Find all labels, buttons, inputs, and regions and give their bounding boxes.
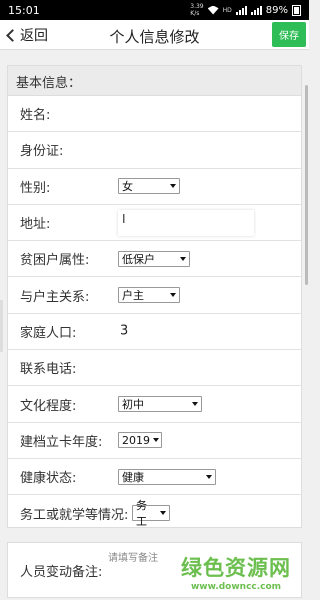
basic-info-form: 基本信息： 姓名: 身份证: 性别: 女 地址: I 贫困户属性: 低保户 与户… [7, 65, 302, 528]
id-label: 身份证: [20, 144, 64, 160]
education-row: 文化程度: 初中 [8, 386, 301, 423]
battery-icon [292, 4, 301, 16]
edge-handle[interactable] [0, 300, 3, 352]
relation-label: 与户主关系: [20, 289, 90, 305]
signal-icon-2 [250, 5, 262, 15]
work-status-row: 务工或就学等情况: 务工 [8, 495, 301, 531]
poverty-type-label: 贫困户属性: [20, 253, 90, 269]
battery-percent: 89% [265, 4, 288, 16]
health-row: 健康状态: 健康 [8, 459, 301, 496]
name-row[interactable]: 姓名: [8, 96, 301, 133]
phone-label: 联系电话: [20, 362, 77, 378]
caret-down-icon [192, 402, 198, 407]
watermark-url: www.downcc.com [190, 582, 282, 592]
back-label: 返回 [20, 28, 48, 44]
poverty-type-row: 贫困户属性: 低保户 [8, 241, 301, 278]
chevron-left-icon [6, 28, 19, 42]
household-size-value[interactable]: 3 [120, 324, 128, 339]
status-icons: 3.39 K/s HD 89% [190, 3, 301, 17]
watermark-title: 绿色资源网 [181, 556, 291, 580]
household-size-label: 家庭人口: [20, 325, 77, 341]
health-select[interactable]: 健康 [118, 468, 216, 485]
registration-year-label: 建档立卡年度: [20, 434, 103, 450]
section-header: 基本信息： [8, 66, 301, 96]
save-button[interactable]: 保存 [272, 22, 306, 47]
caret-down-icon [170, 184, 176, 189]
signal-icon [235, 5, 247, 15]
status-bar: 15:01 3.39 K/s HD 89% [0, 0, 309, 20]
caret-down-icon [160, 511, 166, 516]
relation-row: 与户主关系: 户主 [8, 277, 301, 314]
relation-select[interactable]: 户主 [118, 287, 180, 304]
address-input[interactable]: I [118, 209, 254, 236]
registration-year-select[interactable]: 2019 [118, 432, 162, 449]
caret-down-icon [206, 474, 212, 479]
education-label: 文化程度: [20, 398, 77, 414]
education-select[interactable]: 初中 [118, 396, 202, 413]
health-label: 健康状态: [20, 471, 77, 487]
gender-label: 性别: [20, 180, 51, 196]
work-status-select[interactable]: 务工 [132, 499, 170, 528]
id-row[interactable]: 身份证: [8, 132, 301, 169]
address-row: 地址: I [8, 205, 301, 242]
name-label: 姓名: [20, 108, 51, 124]
caret-down-icon [180, 256, 186, 261]
back-button[interactable]: 返回 [4, 25, 48, 45]
watermark: 绿色资源网 www.downcc.com [171, 552, 301, 596]
gender-row: 性别: 女 [8, 169, 301, 205]
household-size-row: 家庭人口: 3 [8, 314, 301, 351]
status-time: 15:01 [8, 3, 40, 17]
hd-label: HD [222, 6, 232, 14]
caret-down-icon [170, 293, 176, 298]
work-status-label: 务工或就学等情况: [20, 507, 129, 523]
scrollbar[interactable] [305, 85, 308, 285]
registration-year-row: 建档立卡年度: 2019 [8, 423, 301, 459]
wifi-icon [207, 5, 219, 15]
phone-row[interactable]: 联系电话: [8, 350, 301, 387]
network-speed: 3.39 K/s [190, 3, 204, 17]
remarks-label: 人员变动备注: [20, 565, 103, 580]
nav-bar: 返回 个人信息修改 保存 [0, 20, 309, 50]
gender-select[interactable]: 女 [118, 178, 180, 195]
caret-down-icon [153, 438, 159, 443]
poverty-type-select[interactable]: 低保户 [118, 250, 190, 267]
address-label: 地址: [20, 217, 51, 233]
